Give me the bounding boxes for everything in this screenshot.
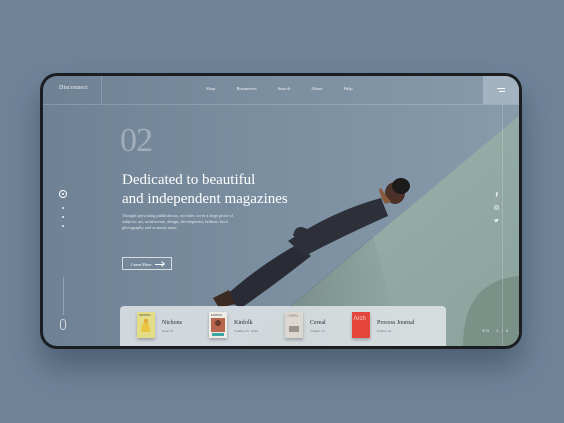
instagram-icon[interactable] xyxy=(494,197,499,210)
hero-headline: Dedicated to beautiful and independent m… xyxy=(122,171,342,209)
headline-line-1: Dedicated to beautiful xyxy=(122,172,256,188)
nav-link-businesses[interactable]: Businesses xyxy=(236,86,256,91)
nav-divider xyxy=(101,76,102,104)
hamburger-icon xyxy=(497,88,505,89)
pager-current: 1 xyxy=(496,328,500,333)
learn-more-button[interactable]: Learn More xyxy=(122,257,172,270)
device-frame: Disconnect Shop Businesses Search About … xyxy=(40,73,522,349)
magazine-card[interactable]: Arch Process Journal Edition 16 xyxy=(352,312,442,342)
scroll-line xyxy=(63,277,64,315)
magazine-subtitle: Volume 25 · Print xyxy=(234,329,259,333)
svg-text:CEREAL: CEREAL xyxy=(288,315,299,318)
right-rail-divider xyxy=(502,104,503,346)
learn-more-label: Learn More xyxy=(131,261,152,267)
magazine-title: Nichons xyxy=(162,320,182,326)
magazine-card[interactable]: CEREAL Cereal Volume 15 xyxy=(285,312,355,342)
pager-dot-active[interactable] xyxy=(59,190,67,198)
magazine-cover: NICHONS xyxy=(137,312,155,338)
magazine-card[interactable]: NICHONS Nichons Issue 10 xyxy=(137,312,207,342)
magazine-cover: Arch xyxy=(352,312,370,338)
hero-description: Thought provoking publications, our titl… xyxy=(122,213,233,231)
svg-text:KINFOLK: KINFOLK xyxy=(211,314,223,317)
magazine-title: Process Journal xyxy=(377,320,415,326)
nav-link-shop[interactable]: Shop xyxy=(206,86,215,91)
language-selector[interactable]: EN 1 / 4 xyxy=(482,328,509,333)
magazine-cover: KINFOLK xyxy=(209,312,227,338)
slide-number: 02 xyxy=(120,122,153,159)
magazine-subtitle: Edition 16 xyxy=(377,329,392,333)
magazine-strip: NICHONS Nichons Issue 10 KINFOLK Kinfolk… xyxy=(120,306,446,346)
facebook-icon[interactable] xyxy=(494,184,499,197)
twitter-icon[interactable] xyxy=(494,210,499,223)
social-links xyxy=(494,184,500,223)
top-navigation: Disconnect Shop Businesses Search About … xyxy=(43,76,519,105)
magazine-subtitle: Volume 15 xyxy=(310,329,325,333)
language-label: EN xyxy=(482,328,491,333)
hamburger-menu-button[interactable] xyxy=(483,76,519,104)
arrow-right-icon xyxy=(155,263,164,265)
magazine-title: Cereal xyxy=(310,320,326,326)
magazine-card[interactable]: KINFOLK Kinfolk Volume 25 · Print xyxy=(209,312,279,342)
nav-link-help[interactable]: Help xyxy=(344,86,353,91)
svg-text:NICHONS: NICHONS xyxy=(139,314,151,317)
nav-link-search[interactable]: Search xyxy=(278,86,291,91)
headline-line-2: and independent magazines xyxy=(122,191,288,207)
hamburger-icon-line xyxy=(499,91,505,92)
main-menu: Shop Businesses Search About Help xyxy=(206,86,353,91)
pager-total: 4 xyxy=(505,328,509,333)
nav-link-about[interactable]: About xyxy=(311,86,322,91)
scroll-mouse-icon xyxy=(60,319,66,330)
website-screen: Disconnect Shop Businesses Search About … xyxy=(43,76,519,346)
magazine-title: Kinfolk xyxy=(234,320,253,326)
magazine-cover: CEREAL xyxy=(285,312,303,338)
pager-separator: / xyxy=(501,328,504,333)
magazine-subtitle: Issue 10 xyxy=(162,329,174,333)
brand-logo[interactable]: Disconnect xyxy=(59,85,88,91)
svg-text:Arch: Arch xyxy=(354,316,366,322)
